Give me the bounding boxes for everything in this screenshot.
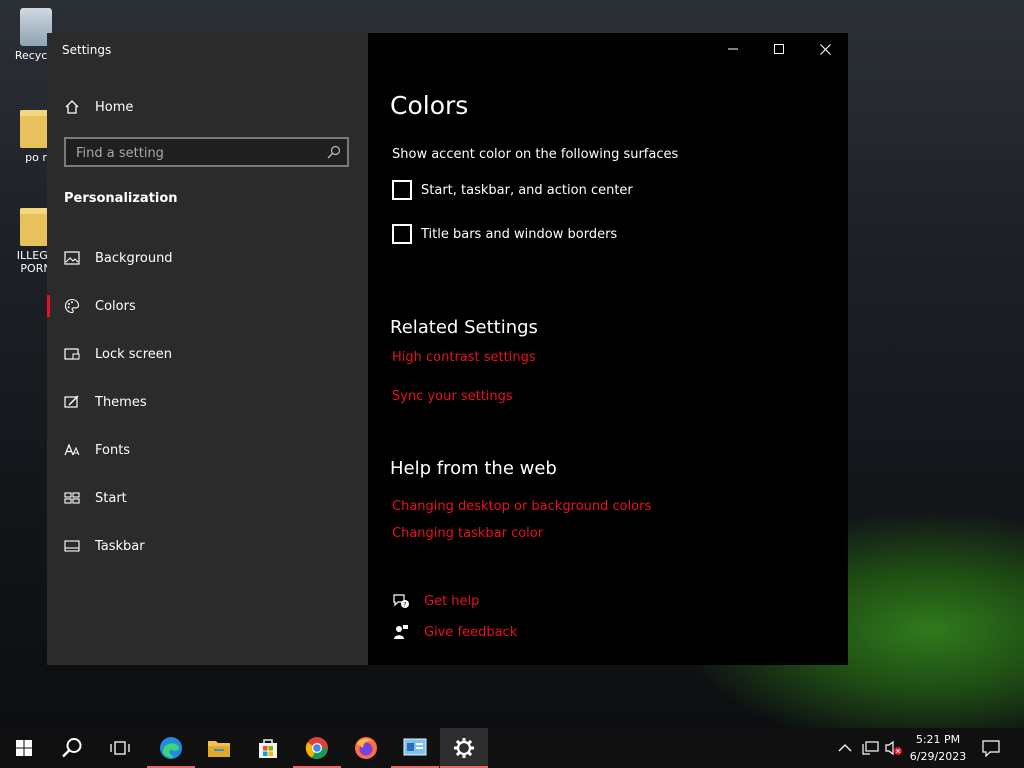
- search-icon[interactable]: [327, 144, 341, 159]
- search-input[interactable]: [74, 143, 318, 163]
- related-settings-heading: Related Settings: [390, 317, 538, 338]
- checkbox-title-bars[interactable]: Title bars and window borders: [392, 224, 617, 244]
- nav-item-label: Background: [95, 250, 173, 266]
- get-help-icon: ?: [392, 592, 410, 610]
- minimize-icon: [728, 48, 738, 50]
- taskbar-app-firefox[interactable]: [342, 728, 390, 768]
- taskbar-app-edge[interactable]: [147, 728, 195, 768]
- action-center-button[interactable]: [982, 728, 1000, 768]
- close-button[interactable]: [802, 33, 848, 65]
- high-contrast-link[interactable]: High contrast settings: [392, 350, 536, 365]
- nav-item-label: Themes: [95, 394, 147, 410]
- chrome-icon: [305, 737, 328, 759]
- folder-icon: [208, 741, 230, 757]
- search-button[interactable]: [48, 728, 96, 768]
- network-button[interactable]: [862, 728, 880, 768]
- palette-icon: [64, 298, 80, 314]
- nav-home[interactable]: Home: [64, 96, 354, 118]
- checkbox[interactable]: [392, 224, 412, 244]
- nav-item-themes[interactable]: Themes: [64, 391, 354, 413]
- clock[interactable]: 5:21 PM 6/29/2023: [905, 731, 971, 765]
- section-title: Personalization: [64, 191, 178, 206]
- start-button[interactable]: [0, 728, 48, 768]
- picture-icon: [64, 250, 80, 266]
- nav-item-background[interactable]: Background: [64, 247, 354, 269]
- nav-item-label: Fonts: [95, 442, 131, 458]
- maximize-button[interactable]: [756, 33, 802, 65]
- help-link-desktop-colors[interactable]: Changing desktop or background colors: [392, 499, 651, 514]
- taskbar-app-chrome[interactable]: [293, 728, 341, 768]
- search-box[interactable]: [64, 137, 349, 167]
- store-icon: [259, 739, 277, 758]
- give-feedback-label: Give feedback: [424, 624, 518, 640]
- get-help-label: Get help: [424, 593, 480, 609]
- active-indicator: [47, 295, 50, 317]
- brush-icon: [64, 394, 80, 410]
- help-heading: Help from the web: [390, 458, 557, 479]
- volume-muted-icon: [885, 740, 902, 756]
- svg-text:?: ?: [403, 602, 406, 609]
- close-icon: [819, 43, 831, 55]
- nav-item-label: Taskbar: [95, 538, 145, 554]
- get-help-link[interactable]: ? Get help: [392, 591, 479, 611]
- start-icon: [64, 490, 80, 506]
- task-view-icon: [110, 741, 130, 755]
- nav-home-label: Home: [95, 99, 134, 115]
- accent-heading: Show accent color on the following surfa…: [392, 147, 679, 162]
- taskbar: 5:21 PM 6/29/2023: [0, 728, 1024, 768]
- nav-item-lock-screen[interactable]: Lock screen: [64, 343, 354, 365]
- clock-date: 6/29/2023: [909, 750, 967, 763]
- nav-item-taskbar[interactable]: Taskbar: [64, 535, 354, 557]
- font-icon: [64, 442, 80, 458]
- maximize-icon: [774, 44, 784, 54]
- checkbox-label: Title bars and window borders: [421, 226, 618, 242]
- nav-item-start[interactable]: Start: [64, 487, 354, 509]
- nav-item-fonts[interactable]: Fonts: [64, 439, 354, 461]
- window-title: Settings: [62, 43, 112, 57]
- lock-screen-icon: [64, 346, 80, 362]
- page-title: Colors: [390, 91, 469, 120]
- volume-button[interactable]: [885, 728, 903, 768]
- taskbar-icon: [64, 538, 80, 554]
- checkbox-label: Start, taskbar, and action center: [421, 182, 633, 198]
- taskbar-app-store[interactable]: [244, 728, 292, 768]
- give-feedback-link[interactable]: Give feedback: [392, 622, 517, 642]
- taskbar-app-settings[interactable]: [440, 728, 488, 768]
- task-view-button[interactable]: [96, 728, 144, 768]
- nav-item-label: Colors: [95, 298, 136, 314]
- help-link-taskbar-color[interactable]: Changing taskbar color: [392, 526, 543, 541]
- notification-icon: [982, 740, 1000, 757]
- content-pane: Colors Show accent color on the followin…: [368, 33, 848, 665]
- taskbar-app-control-panel[interactable]: [391, 728, 439, 768]
- sidebar: Settings Home Personalization Background: [47, 33, 368, 665]
- show-hidden-icons-button[interactable]: [838, 728, 852, 768]
- chevron-up-icon: [838, 744, 852, 752]
- checkbox[interactable]: [392, 180, 412, 200]
- firefox-icon: [355, 737, 377, 759]
- minimize-button[interactable]: [710, 33, 756, 65]
- network-icon: [862, 741, 879, 755]
- edge-icon: [160, 737, 182, 759]
- windows-logo-icon: [16, 740, 32, 756]
- sync-settings-link[interactable]: Sync your settings: [392, 389, 513, 404]
- nav-item-label: Start: [95, 490, 127, 506]
- checkbox-start-taskbar[interactable]: Start, taskbar, and action center: [392, 180, 633, 200]
- nav-item-colors[interactable]: Colors: [47, 295, 354, 317]
- gear-icon: [454, 738, 474, 758]
- taskbar-app-file-explorer[interactable]: [195, 728, 243, 768]
- settings-window: Settings Home Personalization Background: [47, 33, 848, 665]
- clock-time: 5:21 PM: [915, 733, 961, 746]
- search-icon: [62, 738, 82, 758]
- nav-item-label: Lock screen: [95, 346, 172, 362]
- feedback-icon: [392, 623, 410, 641]
- control-panel-icon: [403, 738, 427, 756]
- home-icon: [64, 99, 80, 115]
